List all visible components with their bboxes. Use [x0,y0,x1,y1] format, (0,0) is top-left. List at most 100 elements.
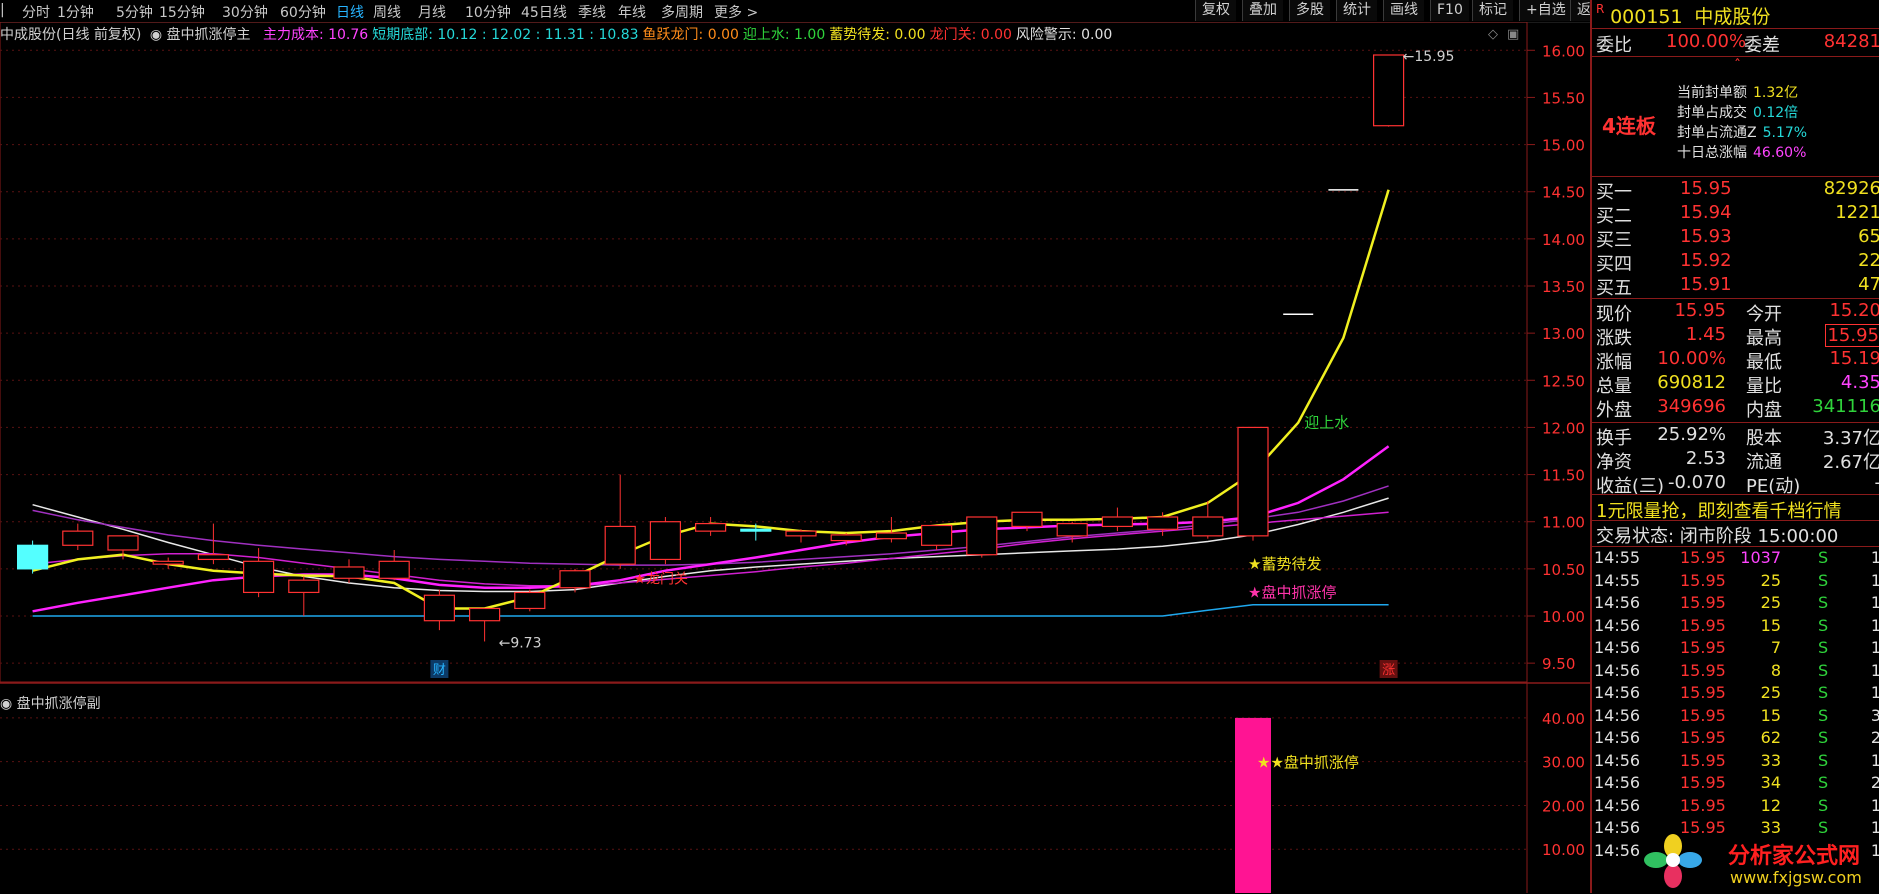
sub-y-tick-label: 10.00 [1542,841,1585,859]
candle[interactable] [1101,507,1134,532]
candle[interactable] [17,540,49,574]
candle[interactable] [649,517,682,565]
candle[interactable] [694,517,727,536]
signal-xushi: ★蓄势待发 [1248,555,1321,573]
timeframe-tab[interactable]: 多周期 [661,2,703,22]
timeframe-tab[interactable]: 5分钟 [116,2,153,22]
weicha-value: 84281 [1823,31,1879,52]
signal-longmenguan: ★龙门关 [633,571,688,587]
bid-row[interactable]: 买二 15.94 1221 [1596,202,1879,227]
flower-logo-icon [1644,834,1702,888]
seal-info-row: 封单占流通Z 5.17% [1677,125,1808,141]
y-tick-label: 9.50 [1542,655,1575,673]
kline-chart[interactable]: 9.50 10.00 10.50 11.00 11.50 12.00 12.50 13.00 1… [0,22,1590,893]
chevron-right-icon: > [742,5,759,21]
toolbar-button[interactable]: 叠加 [1242,0,1283,21]
pane-maximize-icon[interactable]: ▣ [1507,27,1519,42]
bid-row[interactable]: 买三 15.93 65 [1596,226,1879,251]
toolbar-button[interactable]: 统计 [1336,0,1377,21]
tick-row: 14:56 15.95 25 S 1 [1594,593,1879,612]
quote-row: 收益(三)-0.070PE(动)- [1596,472,1879,497]
timeframe-tab[interactable]: 15分钟 [159,2,205,22]
candle[interactable] [469,607,501,642]
quote-row: 涨跌 1.45 最高 15.95 [1596,324,1879,349]
seal-info-row: 封单占成交 0.12倍 [1677,105,1799,121]
toolbar-button[interactable]: +自选 [1519,0,1572,21]
tick-row: 14:56 15.95 15 S 3 [1594,705,1879,725]
candle[interactable] [559,568,591,593]
quote-row: 现价 15.95 今开 15.20 [1596,300,1879,325]
candle[interactable] [152,557,184,569]
quote-row: 外盘 349696 内盘 341116 [1596,396,1879,421]
y-tick-label: 10.00 [1542,608,1585,626]
timeframe-tab[interactable]: 60分钟 [280,2,326,22]
toolbar-button[interactable]: 画线 [1383,0,1424,21]
bid-row[interactable]: 买一 15.95 82926 [1596,178,1879,203]
left-scroll-icon[interactable]: | [0,2,5,18]
sub-y-tick-label: 30.00 [1542,754,1585,772]
seal-info-row: 当前封单额 1.32亿 [1677,85,1799,101]
collapse-arrow-icon[interactable]: ˆ [1734,58,1741,74]
candle[interactable] [288,576,320,616]
candle[interactable] [243,548,275,598]
candle[interactable] [423,589,455,631]
timeframe-tab[interactable]: 30分钟 [222,2,268,22]
stock-header: R 000151 中成股份 [1596,2,1771,28]
watermark-name: 分析家公式网 [1728,844,1861,869]
toolbar-button[interactable]: F10 [1430,0,1469,21]
y-tick-label: 11.50 [1542,467,1585,485]
y-tick-label: 14.00 [1542,231,1585,249]
candle[interactable] [62,523,94,550]
candle[interactable] [333,559,365,583]
watermark-url: www.fxjgsw.com [1730,868,1862,887]
timeframe-tab[interactable]: 45日线 [521,2,567,22]
tick-row: 14:56 15.95 25 S 1 [1594,683,1879,702]
series-line [32,189,1390,610]
toolbar-button[interactable]: 复权 [1195,0,1236,21]
candle[interactable] [378,550,410,581]
candle[interactable] [514,589,546,612]
y-tick-label: 15.00 [1542,137,1585,155]
stock-name: 中成股份 [1694,6,1771,28]
tick-row: 14:56 15.95 7 S 1 [1594,638,1879,657]
candle[interactable] [966,516,998,558]
timeframe-tab[interactable]: 月线 [418,2,446,22]
quote-row: 总量 690812 量比 4.35 [1596,372,1879,397]
sub-y-tick-label: 20.00 [1542,797,1585,815]
diamond-icon[interactable]: ◇ [1488,27,1498,42]
candle[interactable] [920,524,953,550]
candle[interactable] [197,523,229,565]
timeframe-tab[interactable]: 更多 > [714,2,758,22]
timeframe-tab[interactable]: 分时 [22,2,50,22]
candle[interactable] [1237,426,1269,541]
timeframe-tab[interactable]: 年线 [618,2,646,22]
timeframe-tab[interactable]: 1分钟 [57,2,94,22]
stock-code: 000151 [1610,6,1683,28]
candle[interactable] [785,529,817,543]
timeframe-tab[interactable]: 10分钟 [465,2,511,22]
y-tick-label: 12.00 [1542,419,1585,437]
bid-row[interactable]: 买四 15.92 22 [1596,250,1879,275]
candle[interactable] [1372,54,1405,127]
weibi-row: 委比 100.00% 委差 84281 [1596,31,1879,56]
quote-row: 涨幅 10.00% 最低 15.19 [1596,348,1879,373]
tick-row: 14:56 15.95 8 S 1 [1594,660,1879,680]
bid-row[interactable]: 买五 15.91 47 [1596,274,1879,299]
tick-row: 14:56 15.95 12 S 1 [1594,795,1879,815]
quote-row: 净资 2.53 流通 2.67亿 [1596,448,1879,473]
signal-yingshangshui: 迎上水 [1304,413,1349,431]
streak-label: 4连板 [1602,114,1656,138]
y-tick-label: 13.00 [1542,325,1585,343]
toolbar-button[interactable]: 多股 [1289,0,1330,21]
timeframe-tab[interactable]: 日线 [336,2,364,22]
sub-chart-title[interactable]: ◉ 盘中抓涨停副 [0,695,101,712]
toolbar-button[interactable]: 标记 [1472,0,1513,21]
tick-row: 14:56 15.95 15 S 1 [1594,615,1879,635]
signal-zhangting: ★盘中抓涨停 [1248,583,1336,601]
tick-row: 14:56 15.95 62 S 2 [1594,728,1879,747]
timeframe-tab[interactable]: 周线 [373,2,401,22]
seal-info-row: 十日总涨幅 46.60% [1677,145,1807,161]
timeframe-tab[interactable]: 季线 [578,2,606,22]
y-tick-label: 11.00 [1542,514,1585,532]
low-price-label: ←9.73 [499,635,542,651]
